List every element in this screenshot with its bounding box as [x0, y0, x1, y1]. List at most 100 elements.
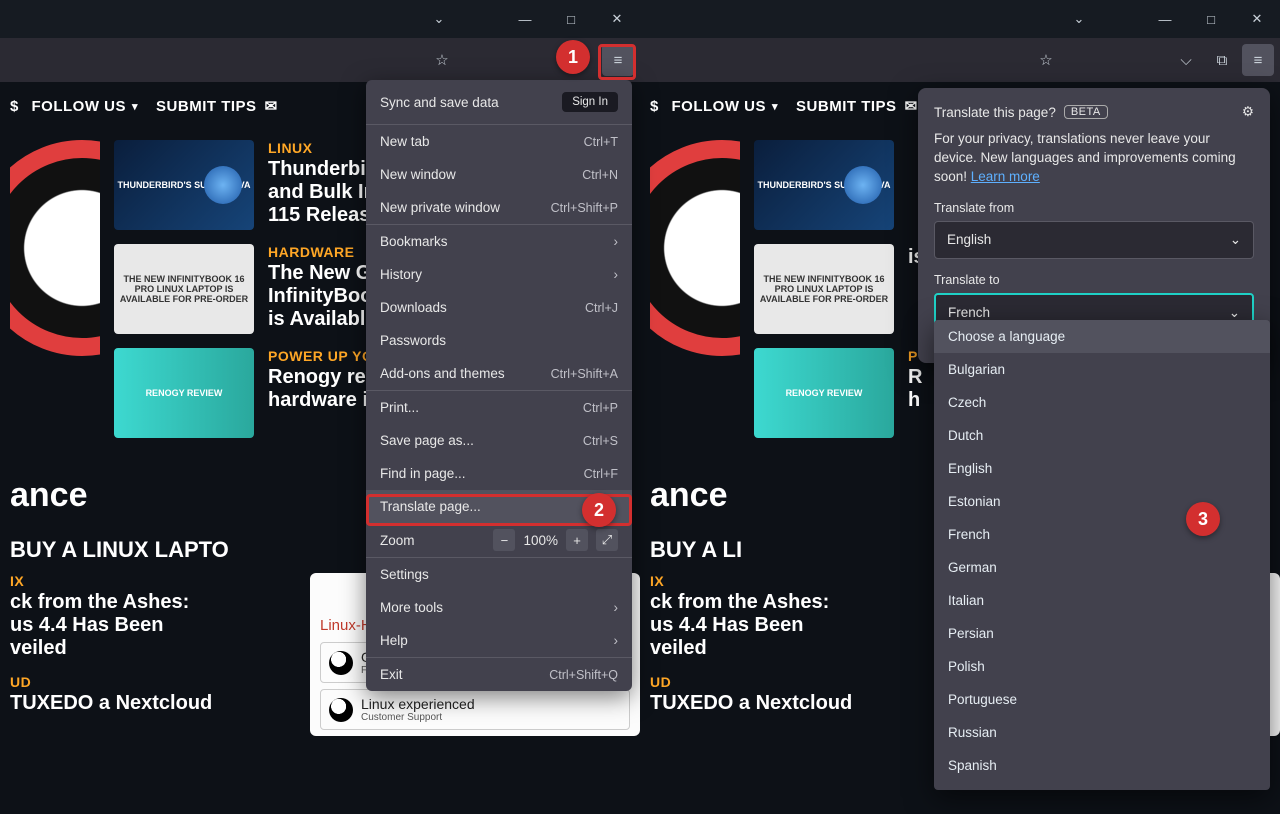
zoom-out-button[interactable]: − — [493, 529, 515, 551]
menu-sync[interactable]: Sync and save data Sign In — [366, 80, 632, 124]
menu-passwords[interactable]: Passwords — [366, 324, 632, 357]
extensions-icon[interactable]: ⧉ — [1206, 44, 1238, 76]
thumb-infinitybook[interactable]: THE NEW INFINITYBOOK 16 PRO LINUX LAPTOP… — [114, 244, 254, 334]
step-badge-1: 1 — [556, 40, 590, 74]
language-option[interactable]: German — [934, 551, 1270, 584]
language-option[interactable]: Ukrainian — [934, 782, 1270, 790]
step-badge-2: 2 — [582, 493, 616, 527]
side-tag-2: UD — [650, 674, 930, 690]
thumb-infinitybook[interactable]: THE NEW INFINITYBOOK 16 PRO LINUX LAPTOP… — [754, 244, 894, 334]
tux-icon — [329, 698, 353, 722]
nav-dollar-icon: $ — [10, 98, 19, 115]
menu-find[interactable]: Find in page...Ctrl+F — [366, 457, 632, 490]
menu-print[interactable]: Print...Ctrl+P — [366, 391, 632, 424]
laptop-feat-2: Linux experiencedCustomer Support — [320, 689, 630, 730]
tab-dropdown-button[interactable]: ⌄ — [1056, 0, 1102, 38]
language-option[interactable]: Czech — [934, 386, 1270, 419]
language-option[interactable]: Dutch — [934, 419, 1270, 452]
chevron-right-icon: › — [614, 633, 619, 648]
maximize-button[interactable]: □ — [548, 0, 594, 38]
chevron-down-icon: ⌄ — [1229, 305, 1240, 321]
tux-icon — [329, 651, 353, 675]
hero-circle — [10, 140, 100, 360]
pocket-icon[interactable]: ⌵ — [1170, 44, 1202, 76]
language-option[interactable]: French — [934, 518, 1270, 551]
nav-submit[interactable]: SUBMIT TIPS — [156, 97, 278, 115]
language-option[interactable]: Russian — [934, 716, 1270, 749]
translate-to-label: Translate to — [934, 273, 1254, 287]
translate-title: Translate this page? — [934, 105, 1056, 120]
chevron-right-icon: › — [614, 600, 619, 615]
nav-follow[interactable]: $ FOLLOW US — [10, 98, 138, 115]
tab-dropdown-button[interactable]: ⌄ — [416, 0, 462, 38]
menu-zoom: Zoom − 100% + ⤢ — [366, 523, 632, 557]
nav-submit[interactable]: SUBMIT TIPS — [796, 97, 918, 115]
translate-privacy: For your privacy, translations never lea… — [934, 130, 1254, 187]
menu-settings[interactable]: Settings — [366, 558, 632, 591]
side-tag-1: IX — [10, 573, 290, 589]
app-menu: Sync and save data Sign In New tabCtrl+T… — [366, 80, 632, 691]
beta-badge: BETA — [1064, 105, 1108, 119]
language-option[interactable]: Italian — [934, 584, 1270, 617]
learn-more-link[interactable]: Learn more — [971, 169, 1040, 184]
language-option[interactable]: Polish — [934, 650, 1270, 683]
minimize-button[interactable]: — — [502, 0, 548, 38]
window-right: ⌄ — □ ✕ ☆ ⌵ ⧉ ≡ $ FOLLOW US SUBMIT TIPS … — [640, 0, 1280, 814]
app-menu-button[interactable]: ≡ — [1242, 44, 1274, 76]
minimize-button[interactable]: — — [1142, 0, 1188, 38]
side-article-1[interactable]: ck from the Ashes:us 4.4 Has Beenveiled — [650, 591, 930, 660]
menu-new-tab[interactable]: New tabCtrl+T — [366, 125, 632, 158]
toolbar: ☆ ⌵ ⧉ ≡ — [640, 38, 1280, 82]
gear-icon[interactable]: ⚙ — [1242, 104, 1254, 120]
language-option: Choose a language — [934, 320, 1270, 353]
menu-save[interactable]: Save page as...Ctrl+S — [366, 424, 632, 457]
chevron-right-icon: › — [614, 267, 619, 282]
chevron-right-icon: › — [614, 234, 619, 249]
bookmark-star-icon[interactable]: ☆ — [426, 44, 458, 76]
close-button[interactable]: ✕ — [1234, 0, 1280, 38]
side-article-2[interactable]: TUXEDO a Nextcloud — [10, 692, 290, 715]
menu-new-window[interactable]: New windowCtrl+N — [366, 158, 632, 191]
language-option[interactable]: Spanish — [934, 749, 1270, 782]
titlebar: ⌄ — □ ✕ — [640, 0, 1280, 38]
language-option[interactable]: Portuguese — [934, 683, 1270, 716]
sign-in-button[interactable]: Sign In — [562, 92, 618, 112]
menu-more-tools[interactable]: More tools› — [366, 591, 632, 624]
menu-new-private[interactable]: New private windowCtrl+Shift+P — [366, 191, 632, 224]
side-tag-1: IX — [650, 573, 930, 589]
language-option[interactable]: Estonian — [934, 485, 1270, 518]
side-article-1[interactable]: ck from the Ashes:us 4.4 Has Beenveiled — [10, 591, 290, 660]
bookmark-star-icon[interactable]: ☆ — [1030, 44, 1062, 76]
menu-history[interactable]: History› — [366, 258, 632, 291]
fullscreen-button[interactable]: ⤢ — [596, 529, 618, 551]
zoom-value: 100% — [523, 533, 558, 548]
language-option[interactable]: English — [934, 452, 1270, 485]
thumb-renogy[interactable]: RENOGY REVIEW — [114, 348, 254, 438]
menu-exit[interactable]: ExitCtrl+Shift+Q — [366, 658, 632, 691]
window-left: ⌄ — □ ✕ ☆ ◓ ≡ $ FOLLOW US SUBMIT TIPS TH… — [0, 0, 640, 814]
translate-from-select[interactable]: English⌄ — [934, 221, 1254, 259]
side-article-2[interactable]: TUXEDO a Nextcloud — [650, 692, 930, 715]
language-option[interactable]: Persian — [934, 617, 1270, 650]
maximize-button[interactable]: □ — [1188, 0, 1234, 38]
side-tag-2: UD — [10, 674, 290, 690]
menu-downloads[interactable]: DownloadsCtrl+J — [366, 291, 632, 324]
language-dropdown: Choose a languageBulgarianCzechDutchEngl… — [934, 320, 1270, 790]
menu-help[interactable]: Help› — [366, 624, 632, 657]
menu-bookmarks[interactable]: Bookmarks› — [366, 225, 632, 258]
step-badge-3: 3 — [1186, 502, 1220, 536]
thumb-renogy[interactable]: RENOGY REVIEW — [754, 348, 894, 438]
language-option[interactable]: Bulgarian — [934, 353, 1270, 386]
chevron-down-icon: ⌄ — [1230, 232, 1241, 248]
close-button[interactable]: ✕ — [594, 0, 640, 38]
menu-addons[interactable]: Add-ons and themesCtrl+Shift+A — [366, 357, 632, 390]
step-1-highlight — [598, 44, 636, 80]
titlebar: ⌄ — □ ✕ — [0, 0, 640, 38]
thumb-thunderbird[interactable]: THUNDERBIRD'S SUPERNOVA — [114, 140, 254, 230]
toolbar: ☆ ◓ ≡ — [0, 38, 640, 82]
thumb-thunderbird[interactable]: THUNDERBIRD'S SUPERNOVA — [754, 140, 894, 230]
translate-from-label: Translate from — [934, 201, 1254, 215]
zoom-in-button[interactable]: + — [566, 529, 588, 551]
hero-circle — [650, 140, 740, 360]
nav-follow[interactable]: $ FOLLOW US — [650, 98, 778, 115]
